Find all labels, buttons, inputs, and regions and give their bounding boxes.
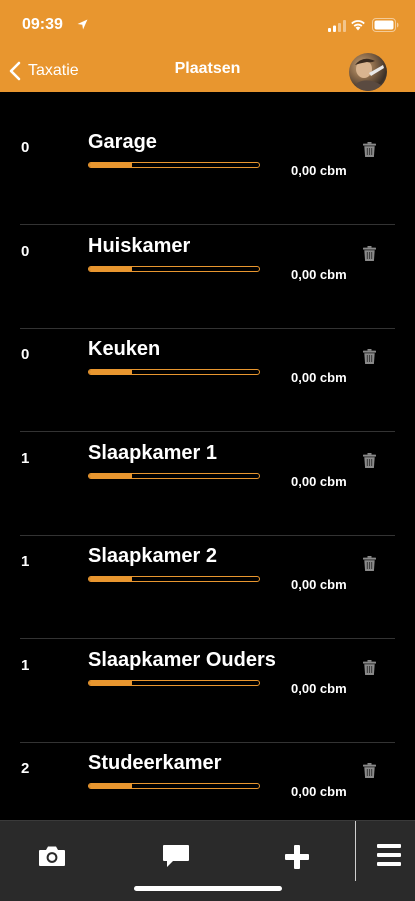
room-name: Keuken — [88, 338, 161, 360]
room-item-count: 0 — [21, 346, 30, 363]
room-item-count: 0 — [21, 139, 30, 156]
room-name: Huiskamer — [88, 234, 191, 257]
tab-separator — [355, 821, 356, 881]
room-name: Slaapkamer Ouders — [88, 648, 276, 671]
status-time: 09:39 — [22, 16, 63, 33]
room-progress-bar — [88, 783, 260, 789]
room-volume: 0,00 cbm — [291, 680, 347, 696]
list-item[interactable]: 1 Slaapkamer 1 0,00 cbm — [0, 403, 415, 536]
room-progress-bar — [88, 369, 260, 375]
room-name: Slaapkamer 1 — [88, 441, 217, 464]
room-progress-fill — [89, 784, 132, 788]
room-progress-bar — [88, 679, 260, 686]
battery-icon — [372, 18, 399, 32]
room-progress-fill — [89, 266, 132, 271]
room-progress-fill — [89, 163, 132, 167]
trash-icon[interactable] — [363, 659, 376, 675]
room-name: Garage — [88, 131, 157, 153]
wifi-icon — [351, 20, 365, 31]
room-volume: 0,00 cbm — [291, 266, 347, 282]
room-progress-fill — [89, 680, 132, 685]
trash-icon[interactable] — [363, 556, 376, 571]
room-volume: 0,00 cbm — [291, 784, 347, 799]
room-volume: 0,00 cbm — [291, 163, 347, 178]
room-item-count: 2 — [21, 760, 30, 777]
trash-icon[interactable] — [363, 142, 376, 157]
room-progress-fill — [89, 577, 132, 581]
room-volume: 0,00 cbm — [291, 370, 347, 385]
chat-icon[interactable] — [162, 844, 190, 868]
menu-icon[interactable] — [377, 844, 401, 866]
location-arrow-icon — [77, 19, 88, 30]
room-progress-bar — [88, 472, 260, 479]
room-name: Studeerkamer — [88, 752, 222, 774]
list-item[interactable]: 0 Keuken 0,00 cbm — [0, 299, 415, 432]
list-item[interactable]: 1 Slaapkamer 2 0,00 cbm — [0, 506, 415, 639]
status-bar: 09:39 — [0, 0, 415, 48]
room-volume: 0,00 cbm — [291, 577, 347, 592]
list-item[interactable]: 0 Huiskamer 0,00 cbm — [0, 196, 415, 329]
trash-icon[interactable] — [363, 452, 376, 468]
room-item-count: 1 — [21, 449, 30, 467]
header: 09:39 Taxatie Plaatsen — [0, 0, 415, 92]
room-item-count: 1 — [21, 656, 30, 674]
plus-icon[interactable] — [285, 845, 309, 869]
room-progress-bar — [88, 162, 260, 168]
trash-icon[interactable] — [363, 763, 376, 778]
list-item[interactable]: 2 Studeerkamer 0,00 cbm — [0, 713, 415, 817]
home-indicator — [134, 886, 282, 891]
cellular-signal-icon — [328, 20, 346, 32]
avatar[interactable] — [349, 53, 387, 91]
room-name: Slaapkamer 2 — [88, 545, 217, 567]
list-item[interactable]: 0 Garage 0,00 cbm — [0, 92, 415, 225]
trash-icon[interactable] — [363, 245, 376, 261]
room-progress-bar — [88, 265, 260, 272]
room-progress-fill — [89, 473, 132, 478]
list-item[interactable]: 1 Slaapkamer Ouders 0,00 cbm — [0, 610, 415, 743]
room-item-count: 0 — [21, 242, 30, 260]
room-volume: 0,00 cbm — [291, 473, 347, 489]
trash-icon[interactable] — [363, 349, 376, 364]
room-progress-bar — [88, 576, 260, 582]
room-item-count: 1 — [21, 553, 30, 570]
room-progress-fill — [89, 370, 132, 374]
avatar-photo-icon — [355, 58, 384, 91]
camera-icon[interactable] — [38, 845, 66, 867]
room-list: 0 Garage 0,00 cbm 0 Huiskamer 0,00 cbm 0… — [0, 92, 415, 820]
